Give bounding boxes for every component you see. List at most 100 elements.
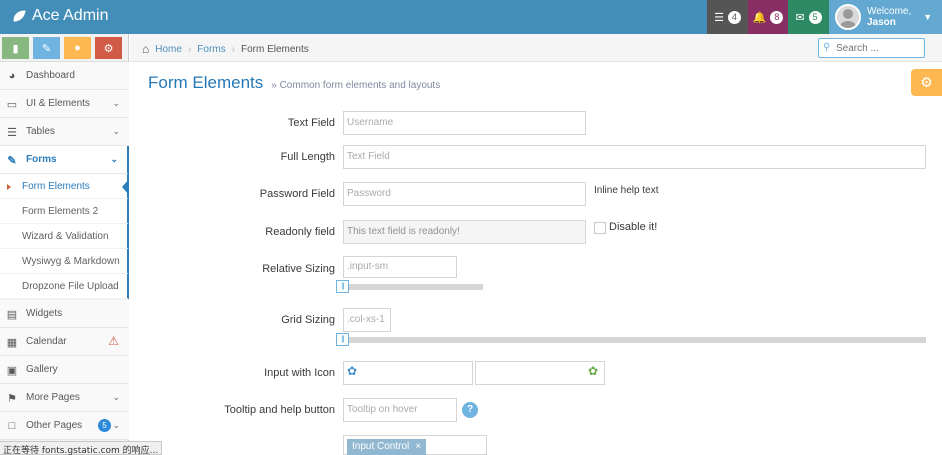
sidebar-subitem-label: Dropzone File Upload bbox=[22, 281, 119, 292]
close-icon[interactable]: × bbox=[415, 441, 421, 453]
sidebar-item-calendar[interactable]: ▦ Calendar ⚠ bbox=[0, 328, 129, 356]
messages-badge: 5 bbox=[808, 10, 822, 24]
welcome-label: Welcome, bbox=[867, 6, 912, 17]
sidebar-item-forms[interactable]: ✎ Forms ⌄ bbox=[0, 146, 129, 174]
sidebar-subitem-form-elements-2[interactable]: Form Elements 2 bbox=[0, 199, 129, 224]
users-icon: ● bbox=[74, 42, 81, 54]
brand[interactable]: Ace Admin bbox=[12, 7, 108, 25]
tasks-badge: 4 bbox=[727, 10, 741, 24]
file-icon: □ bbox=[8, 420, 16, 432]
chevron-down-icon: ⌄ bbox=[112, 126, 120, 136]
sidebar-item-label: Forms bbox=[26, 154, 57, 165]
tasks-button[interactable]: ☰ 4 bbox=[707, 0, 748, 34]
pencil-icon: ✎ bbox=[41, 42, 52, 55]
chart-icon: ▮ bbox=[12, 42, 19, 55]
tag-chip: Input Control × bbox=[347, 439, 427, 455]
disable-checkbox[interactable] bbox=[594, 222, 606, 234]
sidebar-item-label: Gallery bbox=[26, 364, 58, 375]
leaf-icon bbox=[13, 10, 26, 22]
gear-icon: ⚙ bbox=[920, 74, 933, 90]
chevron-down-icon: ⌄ bbox=[112, 420, 120, 430]
sidebar-subitem-label: Form Elements 2 bbox=[22, 206, 99, 217]
sidebar-item-label: More Pages bbox=[26, 392, 80, 403]
sidebar-item-label: Calendar bbox=[26, 336, 67, 347]
sidebar-item-label: Dashboard bbox=[26, 70, 75, 81]
sidebar-item-widgets[interactable]: ▤ Widgets bbox=[0, 300, 129, 328]
tag-icon: ⚑ bbox=[7, 392, 17, 405]
slider-handle[interactable]: ||| bbox=[336, 333, 349, 346]
tag-label: Input Control bbox=[352, 441, 410, 452]
notifications-button[interactable]: 🔔 8 bbox=[748, 0, 788, 34]
breadcrumb-separator: › bbox=[231, 43, 235, 55]
shortcut-pencil[interactable]: ✎ bbox=[33, 37, 60, 59]
home-icon: ⌂ bbox=[142, 42, 150, 56]
desktop-icon: ▭ bbox=[6, 98, 18, 111]
page-title: Form Elements bbox=[148, 73, 264, 92]
breadcrumb-home[interactable]: Home bbox=[155, 44, 182, 55]
icon-input-left[interactable] bbox=[343, 361, 473, 385]
breadcrumb-forms[interactable]: Forms bbox=[197, 44, 225, 55]
leaf-icon: ✿ bbox=[347, 364, 358, 378]
col-xs-1-input[interactable]: .col-xs-1 bbox=[343, 308, 391, 332]
shortcut-users[interactable]: ● bbox=[64, 37, 91, 59]
sidebar-subitem-dropzone[interactable]: Dropzone File Upload bbox=[0, 274, 129, 299]
list-alt-icon: ▤ bbox=[6, 308, 18, 321]
pencil-square-icon: ✎ bbox=[7, 154, 17, 167]
sidebar-subitem-label: Wizard & Validation bbox=[22, 231, 109, 242]
icon-input-right[interactable] bbox=[475, 361, 605, 385]
envelope-icon: ✉ bbox=[795, 11, 805, 24]
browser-status-bar: 正在等待 fonts.gstatic.com 的响应... bbox=[0, 441, 163, 455]
relative-sizing-slider[interactable] bbox=[343, 284, 483, 290]
input-sm[interactable]: .input-sm bbox=[343, 256, 457, 278]
full-length-input[interactable]: Text Field bbox=[343, 145, 926, 169]
search-box: ⚲ bbox=[818, 38, 925, 58]
sidebar-item-gallery[interactable]: ▣ Gallery bbox=[0, 356, 129, 384]
warning-icon: ⚠ bbox=[108, 334, 119, 348]
user-menu[interactable]: Welcome, Jason ▼ bbox=[829, 0, 942, 34]
messages-button[interactable]: ✉ 5 bbox=[788, 0, 829, 34]
breadcrumb-current: Form Elements bbox=[240, 43, 309, 55]
sidebar-item-tables[interactable]: ☰ Tables ⌄ bbox=[0, 118, 129, 146]
settings-button[interactable]: ⚙ bbox=[911, 69, 942, 96]
sidebar-subitem-label: Wysiwyg & Markdown bbox=[22, 256, 120, 267]
page-header: Form Elements » Common form elements and… bbox=[148, 73, 440, 93]
breadcrumb-separator: › bbox=[187, 43, 192, 55]
slider-handle[interactable]: ||| bbox=[336, 280, 349, 293]
sidebar-item-more-pages[interactable]: ⚑ More Pages ⌄ bbox=[0, 384, 129, 412]
grid-sizing-slider[interactable] bbox=[343, 337, 926, 343]
sidebar-subitem-wysiwyg[interactable]: Wysiwyg & Markdown bbox=[0, 249, 129, 274]
search-icon: ⚲ bbox=[823, 42, 831, 53]
shortcut-chart[interactable]: ▮ bbox=[2, 37, 29, 59]
inline-help-text: Inline help text bbox=[594, 185, 659, 196]
navbar: Ace Admin ☰ 4 🔔 8 ✉ 5 Welcome, Jason ▼ bbox=[0, 0, 942, 34]
sidebar-item-other-pages[interactable]: □ Other Pages 5 ⌄ bbox=[0, 412, 129, 440]
relative-sizing-label: Relative Sizing bbox=[262, 263, 335, 275]
tooltip-label: Tooltip and help button bbox=[224, 404, 335, 416]
sidebar-item-ui-elements[interactable]: ▭ UI & Elements ⌄ bbox=[0, 90, 129, 118]
input-with-icon-label: Input with Icon bbox=[264, 367, 335, 379]
sidebar-subitem-label: Form Elements bbox=[22, 181, 90, 192]
search-input[interactable] bbox=[836, 39, 921, 57]
sidebar-item-label: UI & Elements bbox=[26, 98, 90, 109]
chevron-down-icon: ⌄ bbox=[112, 98, 120, 108]
welcome-text: Welcome, Jason bbox=[867, 6, 911, 28]
avatar bbox=[835, 4, 861, 30]
grid-sizing-label: Grid Sizing bbox=[281, 314, 335, 326]
chevron-down-icon: ⌄ bbox=[112, 392, 120, 402]
calendar-icon: ▦ bbox=[6, 336, 18, 349]
text-field-input[interactable]: Username bbox=[343, 111, 586, 135]
brand-name: Ace Admin bbox=[32, 7, 109, 24]
bell-icon: 🔔 bbox=[752, 11, 767, 24]
text-field-label: Text Field bbox=[287, 117, 335, 129]
tooltip-input[interactable]: Tooltip on hover bbox=[343, 398, 457, 422]
disable-checkbox-label: Disable it! bbox=[609, 221, 658, 233]
sidebar-subitem-form-elements[interactable]: Form Elements bbox=[0, 174, 129, 199]
readonly-input[interactable]: This text field is readonly! bbox=[343, 220, 586, 244]
password-input[interactable]: Password bbox=[343, 182, 586, 206]
help-button[interactable]: ? bbox=[462, 402, 478, 418]
sidebar-item-label: Tables bbox=[26, 126, 55, 137]
shortcut-cogs[interactable]: ⚙ bbox=[95, 37, 122, 59]
sidebar-subitem-wizard[interactable]: Wizard & Validation bbox=[0, 224, 129, 249]
sidebar-item-dashboard[interactable]: ◕ Dashboard bbox=[0, 62, 129, 90]
other-pages-badge: 5 bbox=[98, 419, 111, 432]
